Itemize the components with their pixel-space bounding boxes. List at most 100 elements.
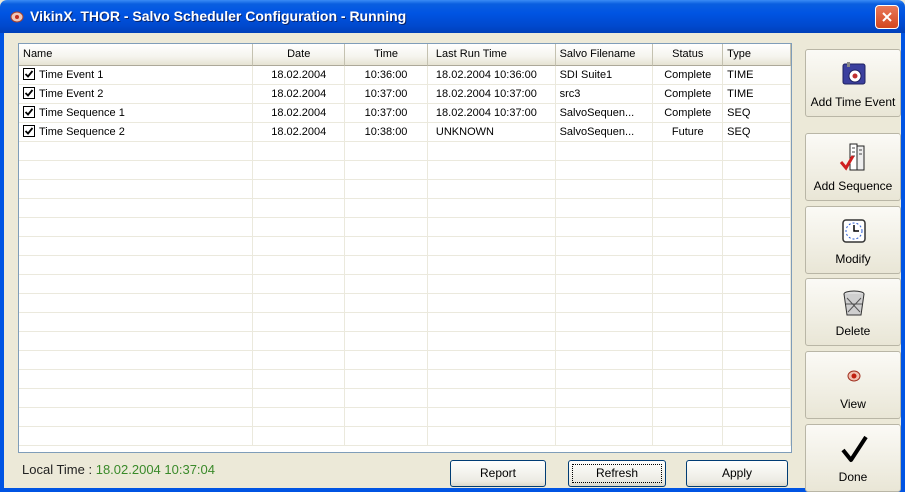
report-button[interactable]: Report	[450, 460, 546, 487]
schedule-list[interactable]: Name Date Time Last Run Time Salvo Filen…	[18, 43, 792, 453]
cell-name	[19, 351, 254, 369]
cell-type	[723, 237, 791, 255]
cell-text: SalvoSequen...	[559, 107, 635, 119]
empty-row	[19, 256, 791, 275]
cell-date: 18.02.2004	[253, 66, 346, 84]
refresh-label: Refresh	[572, 464, 662, 483]
table-row[interactable]: Time Event 2 18.02.2004 10:37:00 18.02.2004…	[19, 85, 791, 104]
app-icon	[10, 11, 24, 23]
cell-text: Complete	[664, 69, 712, 81]
cell-text: Time Sequence 1	[39, 107, 125, 119]
cell-file	[556, 142, 654, 160]
cell-name	[19, 237, 254, 255]
cell-text: 10:38:00	[364, 126, 408, 138]
cell-status	[653, 142, 724, 160]
row-checkbox[interactable]	[23, 106, 35, 118]
cell-status	[653, 313, 724, 331]
done-label: Done	[838, 470, 868, 484]
column-header-status[interactable]: Status	[653, 44, 724, 66]
cell-text: SalvoSequen...	[559, 126, 635, 138]
cell-name	[19, 180, 254, 198]
row-checkbox[interactable]	[23, 68, 35, 80]
column-header-date[interactable]: Date	[253, 44, 346, 66]
cell-status	[653, 370, 724, 388]
cell-time: 10:36:00	[345, 66, 428, 84]
cell-text: Time Event 1	[39, 69, 104, 81]
cell-type	[723, 256, 791, 274]
cell-text: 10:37:00	[364, 88, 408, 100]
cell-type: SEQ	[723, 123, 791, 141]
add-sequence-button[interactable]: Add Sequence	[805, 133, 901, 201]
empty-row	[19, 408, 791, 427]
empty-row	[19, 161, 791, 180]
table-row[interactable]: Time Event 1 18.02.2004 10:36:00 18.02.2004…	[19, 66, 791, 85]
close-button[interactable]	[875, 5, 899, 29]
done-button[interactable]: Done	[805, 424, 901, 492]
window-frame-left	[0, 33, 4, 492]
cell-status	[653, 332, 724, 350]
cell-type	[723, 199, 791, 217]
cell-text: SEQ	[727, 107, 751, 119]
cell-status	[653, 389, 724, 407]
row-checkbox[interactable]	[23, 87, 35, 99]
empty-row	[19, 142, 791, 161]
empty-row	[19, 294, 791, 313]
cell-name	[19, 199, 254, 217]
table-row[interactable]: Time Sequence 2 18.02.2004 10:38:00 UNKNOWN…	[19, 123, 791, 142]
column-header-last-run-time[interactable]: Last Run Time	[427, 44, 556, 66]
cell-last-run	[428, 294, 556, 312]
apply-label: Apply	[721, 466, 753, 480]
cell-time	[345, 389, 428, 407]
cell-name	[19, 427, 254, 445]
cell-date	[253, 218, 346, 236]
cell-date	[253, 389, 346, 407]
cell-file: SDI Suite1	[556, 66, 654, 84]
cell-text: 18.02.2004 10:37:00	[435, 88, 537, 100]
apply-button[interactable]: Apply	[686, 460, 788, 487]
cell-last-run	[428, 332, 556, 350]
table-row[interactable]: Time Sequence 1 18.02.2004 10:37:00 18.02.2…	[19, 104, 791, 123]
calendar-icon	[836, 58, 872, 90]
column-header-salvo-filename[interactable]: Salvo Filename	[555, 44, 654, 66]
add-time-event-button[interactable]: Add Time Event	[805, 49, 901, 117]
delete-button[interactable]: Delete	[805, 278, 901, 346]
cell-file	[556, 294, 654, 312]
cell-status: Future	[653, 123, 724, 141]
cell-last-run	[428, 275, 556, 293]
cell-date	[253, 256, 346, 274]
cell-type	[723, 351, 791, 369]
cell-time	[345, 256, 428, 274]
cell-file	[556, 275, 654, 293]
refresh-button[interactable]: Refresh	[568, 460, 666, 487]
cell-time	[345, 370, 428, 388]
cell-type	[723, 332, 791, 350]
cell-last-run: 18.02.2004 10:37:00	[428, 85, 556, 103]
cell-text: 18.02.2004 10:36:00	[435, 69, 537, 81]
cell-date	[253, 332, 346, 350]
checkmark-icon	[836, 433, 872, 465]
cell-file	[556, 237, 654, 255]
cell-date: 18.02.2004	[253, 85, 346, 103]
cell-time	[345, 313, 428, 331]
cell-time	[345, 180, 428, 198]
column-header-name[interactable]: Name	[19, 44, 254, 66]
cell-type	[723, 180, 791, 198]
modify-button[interactable]: Modify	[805, 206, 901, 274]
title-bar[interactable]: VikinX. THOR - Salvo Scheduler Configura…	[0, 0, 905, 33]
row-checkbox[interactable]	[23, 125, 35, 137]
cell-date	[253, 427, 346, 445]
column-header-time[interactable]: Time	[345, 44, 428, 66]
cell-name	[19, 313, 254, 331]
cell-time	[345, 351, 428, 369]
cell-name	[19, 408, 254, 426]
view-button[interactable]: View	[805, 351, 901, 419]
empty-row	[19, 275, 791, 294]
cell-last-run	[428, 161, 556, 179]
column-header-type[interactable]: Type	[723, 44, 791, 66]
cell-last-run	[428, 427, 556, 445]
cell-text: 10:37:00	[364, 107, 408, 119]
cell-last-run	[428, 351, 556, 369]
sequence-icon	[836, 142, 872, 174]
cell-date	[253, 370, 346, 388]
cell-file: SalvoSequen...	[556, 104, 654, 122]
